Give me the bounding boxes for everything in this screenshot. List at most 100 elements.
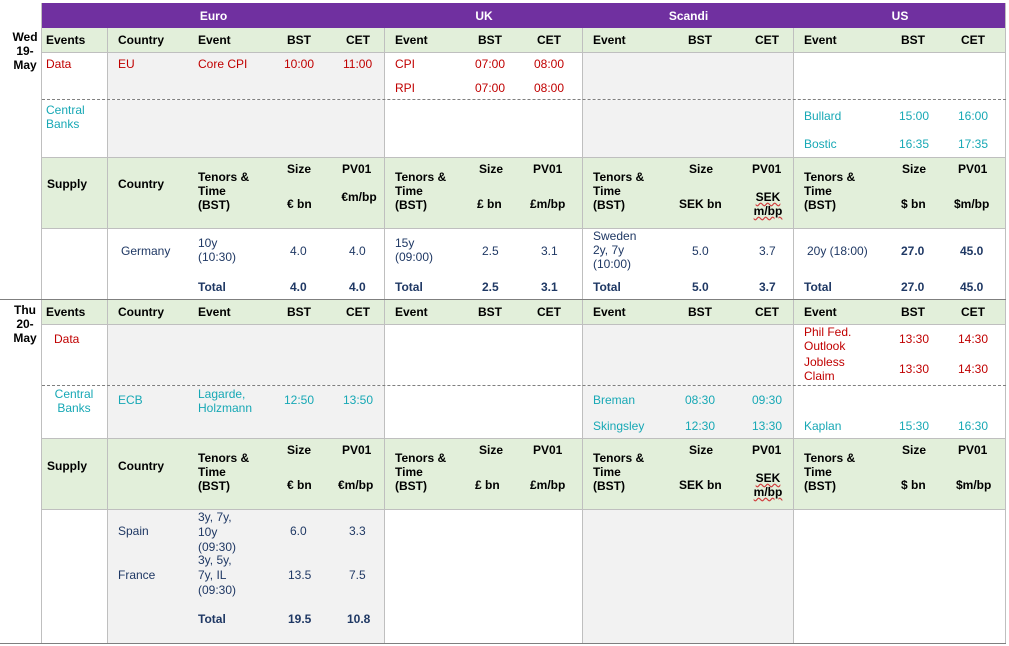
size-unit: SEK bn [679,478,722,492]
event-header: Event [804,33,837,47]
cet-header: CET [346,33,370,47]
size-unit: £ bn [475,478,500,492]
event-header: Event [593,305,626,319]
event-cet: 13:50 [343,393,374,407]
event-name: Jobless Claim [804,355,845,383]
pv01-unit: £m/bp [530,197,566,211]
event-cet: 09:30 [752,393,783,407]
event-cet: 08:00 [534,81,565,95]
day-label-wed: Wed 19-May [12,30,38,72]
row-label-data: Data [46,57,72,71]
bst-header: BST [688,33,712,47]
event-cet: 11:00 [343,57,373,71]
supply-size: 13.5 [288,568,312,582]
tenors-header: Tenors & Time (BST) [593,451,645,493]
pv01-header: PV01 [752,443,782,457]
event-name: Lagarde, Holzmann [198,387,253,415]
bst-header: BST [478,305,502,319]
event-bst: 13:30 [899,332,930,346]
supply-tenor: 20y (18:00) [807,244,868,258]
event-header: Event [395,305,428,319]
size-unit: € bn [287,478,312,492]
event-name: RPI [395,81,416,95]
row-label-central-banks: Central Banks [46,103,85,131]
event-name: Bullard [804,109,842,123]
event-country: ECB [118,393,143,407]
total-size: 19.5 [288,612,312,626]
event-bst: 12:50 [284,393,315,407]
size-header: Size [287,443,312,457]
supply-size: 4.0 [290,244,307,258]
event-header: Event [395,33,428,47]
tenors-header: Tenors & Time (BST) [395,451,447,493]
event-name: Core CPI [198,57,248,71]
row-label-data: Data [54,332,80,346]
event-cet: 16:30 [958,419,989,433]
supply-pv01: 3.1 [541,244,558,258]
size-unit: € bn [287,197,312,211]
pv01-header: PV01 [342,443,372,457]
event-name: Breman [593,393,636,407]
total-label: Total [198,280,226,294]
events-header: Events [46,305,86,319]
event-header: Event [804,305,837,319]
size-unit: $ bn [901,197,926,211]
event-cet: 14:30 [958,332,989,346]
total-label: Total [593,280,621,294]
day-label-thu: Thu 20-May [13,303,37,345]
pv01-unit: €m/bp [341,190,377,204]
supply-pv01: 3.7 [759,244,776,258]
event-name: Bostic [804,137,837,151]
bst-header: BST [901,33,925,47]
total-pv01: 3.1 [541,280,558,294]
pv01-unit: $m/bp [956,478,992,492]
total-label: Total [198,612,226,626]
event-cet: 08:00 [534,57,565,71]
size-header: Size [689,443,714,457]
size-header: Size [287,162,312,176]
supply-size: 2.5 [482,244,499,258]
event-cet: 17:35 [958,137,989,151]
event-name: Phil Fed. Outlook [804,325,852,353]
supply-pv01: 45.0 [960,244,984,258]
bst-header: BST [287,305,311,319]
pv01-header: PV01 [533,162,563,176]
event-cet: 16:00 [958,109,989,123]
event-name: Skingsley [593,419,645,433]
event-header: Event [198,33,231,47]
supply-tenor: 3y, 5y, 7y, IL (09:30) [198,553,237,597]
total-pv01: 4.0 [349,280,366,294]
supply-country: Spain [118,524,149,538]
event-header: Event [593,33,626,47]
cet-header: CET [755,305,779,319]
event-name: Kaplan [804,419,842,433]
supply-tenor: Sweden 2y, 7y (10:00) [593,229,637,271]
pv01-unit: SEK m/bp [753,471,783,499]
supply-tenor: 10y (10:30) [198,236,237,264]
event-country: EU [118,57,135,71]
supply-size: 27.0 [901,244,925,258]
total-size: 4.0 [290,280,307,294]
pv01-header: PV01 [533,443,563,457]
bst-header: BST [901,305,925,319]
supply-country: Germany [121,244,171,258]
cet-header: CET [537,33,561,47]
total-pv01: 45.0 [960,280,984,294]
pv01-unit: £m/bp [530,478,566,492]
size-header: Size [479,443,504,457]
total-size: 2.5 [482,280,499,294]
cet-header: CET [961,33,985,47]
total-size: 27.0 [901,280,925,294]
supply-pv01: 7.5 [349,568,366,582]
size-header: Size [902,443,927,457]
size-unit: $ bn [901,478,926,492]
supply-size: 6.0 [290,524,307,538]
total-pv01: 10.8 [347,612,371,626]
bst-header: BST [688,305,712,319]
event-bst: 07:00 [475,81,506,95]
event-cet: 14:30 [958,362,989,376]
size-header: Size [902,162,927,176]
country-header: Country [118,33,164,47]
row-label-central-banks: Central Banks [54,387,94,415]
event-header: Event [198,305,231,319]
